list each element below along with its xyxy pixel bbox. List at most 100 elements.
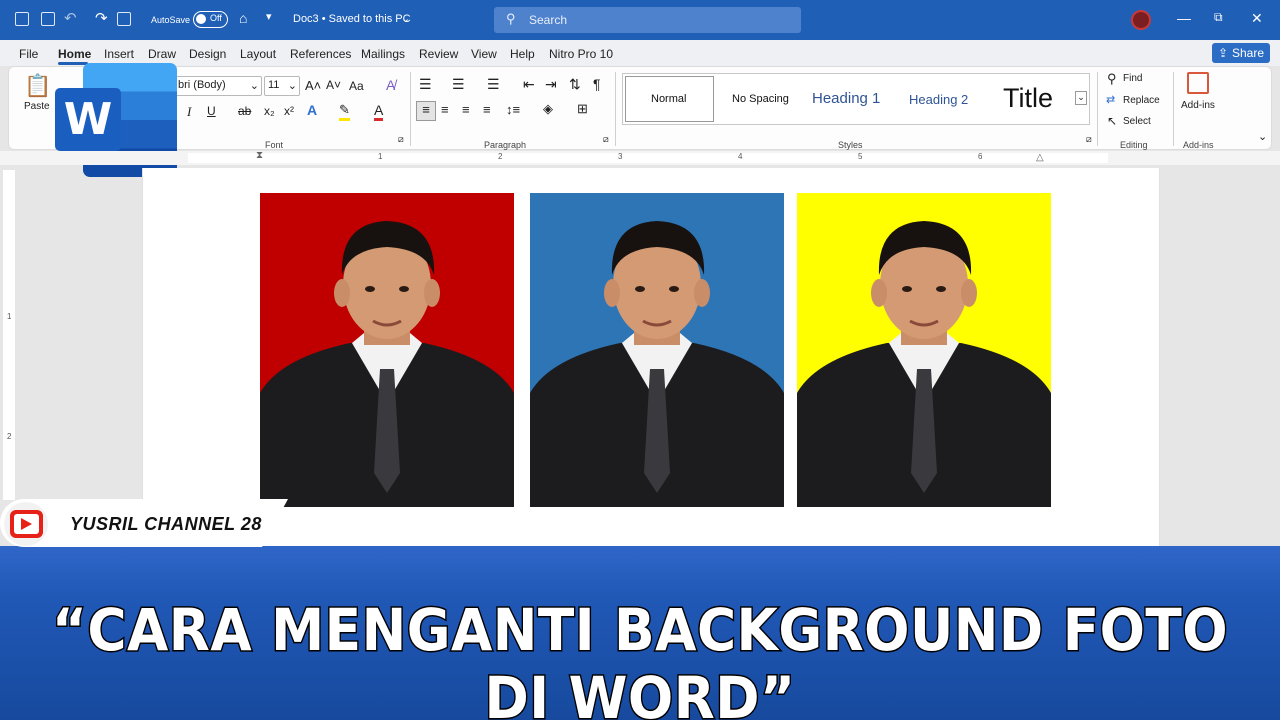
shading-icon[interactable]: ◈ — [543, 101, 553, 117]
tab-home[interactable]: Home — [58, 47, 91, 61]
eye — [669, 286, 679, 292]
tab-review[interactable]: Review — [419, 47, 458, 61]
highlight-icon[interactable]: ✎ — [339, 102, 350, 121]
styles-scroll-icon[interactable]: ⌄ — [1075, 91, 1087, 105]
minimize-icon[interactable]: — — [1177, 10, 1191, 26]
restore-icon[interactable]: ⧉ — [1214, 10, 1223, 25]
word-app-icon — [15, 12, 29, 26]
find-button[interactable]: Find — [1123, 73, 1142, 84]
share-button[interactable]: ⇪ Share — [1212, 43, 1270, 63]
title-bar: ↶ ↷ AutoSave Off ⌂ ▾ Doc3 • Saved to thi… — [0, 0, 1280, 40]
decrease-indent-icon[interactable]: ⇤ — [523, 76, 535, 93]
numbering-icon[interactable]: ☰ — [452, 76, 465, 93]
paste-icon[interactable]: 📋 — [24, 73, 51, 99]
tab-insert[interactable]: Insert — [104, 47, 134, 61]
style-normal[interactable]: Normal — [651, 93, 686, 105]
italic-icon[interactable]: I — [187, 104, 191, 120]
photo-blue-background[interactable] — [530, 193, 784, 507]
grow-font-icon[interactable]: A˄ — [305, 78, 321, 93]
font-color-icon[interactable]: A — [374, 102, 384, 121]
select-icon[interactable]: ↖ — [1107, 114, 1117, 128]
replace-icon[interactable]: ⇄ — [1106, 93, 1115, 106]
tab-draw[interactable]: Draw — [148, 47, 176, 61]
divider — [1173, 72, 1174, 146]
ear — [694, 279, 710, 307]
borders-icon[interactable]: ⊞ — [577, 101, 588, 117]
style-no-spacing[interactable]: No Spacing — [732, 93, 789, 105]
search-box[interactable]: ⚲ Search — [494, 7, 801, 33]
customize-qat-icon[interactable]: ▾ — [266, 10, 272, 23]
add-ins-icon[interactable] — [1187, 72, 1209, 94]
font-size-combo[interactable]: 11 ⌄ — [264, 76, 300, 96]
right-indent-marker-icon[interactable]: △ — [1036, 152, 1044, 163]
text-effects-icon[interactable]: A — [307, 102, 317, 118]
style-heading-1[interactable]: Heading 1 — [812, 90, 880, 107]
tab-file[interactable]: File — [19, 47, 38, 61]
superscript-icon[interactable]: x² — [284, 104, 294, 118]
document-title[interactable]: Doc3 • Saved to this PC — [293, 13, 411, 25]
tab-design[interactable]: Design — [189, 47, 226, 61]
autosave-toggle[interactable]: Off — [193, 11, 228, 28]
change-case-button[interactable]: Aa — [349, 79, 364, 93]
style-title[interactable]: Title — [1003, 83, 1053, 114]
add-ins-button[interactable]: Add-ins — [1181, 100, 1215, 111]
new-doc-icon[interactable] — [117, 12, 131, 26]
subscript-icon[interactable]: x₂ — [264, 104, 275, 118]
replace-button[interactable]: Replace — [1123, 95, 1160, 106]
tab-help[interactable]: Help — [510, 47, 535, 61]
show-marks-icon[interactable]: ¶ — [593, 76, 601, 92]
tab-view[interactable]: View — [471, 47, 497, 61]
photo-yellow-background[interactable] — [797, 193, 1051, 507]
underline-icon[interactable]: U — [207, 104, 216, 118]
font-name-value: bri (Body) — [178, 79, 226, 91]
ruler-text-area — [188, 153, 1108, 163]
find-icon[interactable]: ⚲ — [1107, 71, 1117, 87]
avatar[interactable] — [1131, 10, 1151, 30]
tab-references[interactable]: References — [290, 47, 351, 61]
align-center-icon[interactable]: ≡ — [441, 102, 449, 117]
autosave-state: Off — [210, 13, 222, 23]
align-left-icon[interactable]: ≡ — [416, 101, 436, 121]
strikethrough-icon[interactable]: ab — [238, 104, 251, 118]
select-button[interactable]: Select — [1123, 116, 1151, 127]
paste-label[interactable]: Paste — [24, 101, 50, 112]
paragraph-group-label: Paragraph — [484, 140, 527, 150]
ruler-number: 1 — [378, 152, 383, 161]
line-spacing-icon[interactable]: ↕≡ — [506, 102, 520, 117]
increase-indent-icon[interactable]: ⇥ — [545, 76, 557, 93]
justify-icon[interactable]: ≡ — [483, 102, 491, 117]
ruler-number: 5 — [858, 152, 863, 161]
title-chevron-down-icon[interactable]: ⌄ — [401, 12, 410, 25]
indent-marker-icon[interactable]: ⧗ — [256, 150, 263, 161]
save-icon[interactable] — [41, 12, 55, 26]
font-dialog-launcher-icon[interactable]: ⧄ — [398, 134, 404, 145]
tab-mailings[interactable]: Mailings — [361, 47, 405, 61]
eye — [399, 286, 409, 292]
divider — [615, 72, 616, 146]
paragraph-dialog-launcher-icon[interactable]: ⧄ — [603, 134, 609, 145]
divider — [1097, 72, 1098, 146]
tab-nitro-pro[interactable]: Nitro Pro 10 — [549, 47, 613, 61]
eye — [365, 286, 375, 292]
multilevel-list-icon[interactable]: ☰ — [487, 76, 500, 93]
eye — [902, 286, 912, 292]
bullets-icon[interactable]: ☰ — [419, 76, 432, 93]
font-name-combo[interactable]: bri (Body) ⌄ — [174, 76, 262, 96]
active-tab-indicator — [58, 62, 88, 65]
sort-icon[interactable]: ⇅ — [569, 76, 581, 93]
search-placeholder: Search — [529, 13, 568, 27]
open-folder-icon[interactable]: ⌂ — [239, 10, 247, 26]
redo-icon[interactable]: ↷ — [95, 9, 108, 27]
clear-formatting-icon[interactable]: A̸ — [386, 77, 395, 93]
tab-layout[interactable]: Layout — [240, 47, 276, 61]
collapse-ribbon-icon[interactable]: ⌄ — [1258, 130, 1267, 143]
align-right-icon[interactable]: ≡ — [462, 102, 470, 117]
vruler-number: 2 — [7, 432, 12, 441]
ear — [334, 279, 350, 307]
photo-red-background[interactable] — [260, 193, 514, 507]
styles-dialog-launcher-icon[interactable]: ⧄ — [1086, 134, 1092, 145]
shrink-font-icon[interactable]: A˅ — [326, 78, 341, 92]
close-icon[interactable]: ✕ — [1251, 10, 1263, 27]
undo-icon[interactable]: ↶ — [64, 9, 77, 27]
style-heading-2[interactable]: Heading 2 — [909, 92, 968, 107]
